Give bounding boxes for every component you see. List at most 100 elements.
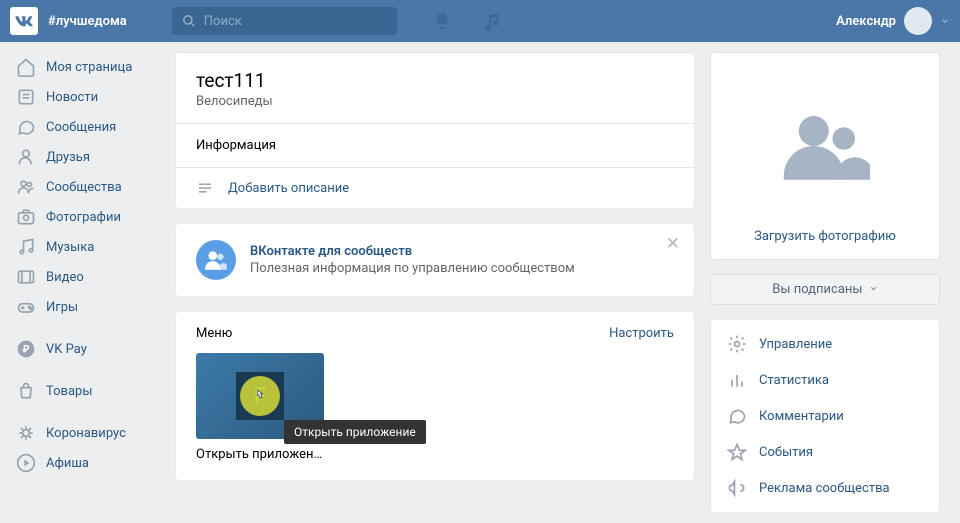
nav-label: Афиша — [46, 456, 89, 471]
nav-label: Товары — [46, 384, 92, 399]
virus-icon — [16, 423, 36, 443]
group-title: тест111 — [196, 69, 674, 92]
music-icon[interactable] — [482, 11, 502, 31]
nav-music[interactable]: Музыка — [10, 232, 160, 262]
stats-icon — [727, 370, 747, 390]
nav-video[interactable]: Видео — [10, 262, 160, 292]
app-tile[interactable]: F Открыть приложение Открыть приложен… — [196, 353, 324, 462]
search-input[interactable] — [204, 14, 387, 29]
manage-stats[interactable]: Статистика — [711, 362, 939, 398]
comment-icon — [727, 406, 747, 426]
message-icon — [16, 117, 36, 137]
nav-covid[interactable]: Коронавирус — [10, 418, 160, 448]
news-icon — [16, 87, 36, 107]
promo-body: ВКонтакте для сообществ Полезная информа… — [250, 244, 575, 276]
hashtag-label[interactable]: #лучшедома — [48, 14, 127, 29]
aside: Загрузить фотографию Вы подписаны Управл… — [710, 52, 940, 513]
chevron-down-icon — [940, 16, 950, 26]
promo-text: Полезная информация по управлению сообще… — [250, 261, 575, 276]
add-desc-label: Добавить описание — [228, 181, 349, 196]
content: тест111 Велосипеды Информация Добавить о… — [175, 52, 695, 513]
gear-icon — [727, 334, 747, 354]
menu-title: Меню — [196, 326, 232, 341]
user-name: Алексндр — [836, 14, 896, 29]
header: #лучшедома Алексндр — [0, 0, 960, 42]
photo-placeholder — [726, 68, 924, 223]
main: тест111 Велосипеды Информация Добавить о… — [175, 52, 950, 513]
menu-header: Меню Настроить — [196, 326, 674, 341]
manage-label: Комментарии — [759, 409, 844, 424]
subscribed-button[interactable]: Вы подписаны — [710, 274, 940, 305]
svg-text:₽: ₽ — [22, 344, 29, 355]
header-user[interactable]: Алексндр — [836, 7, 950, 35]
nav-label: Фотографии — [46, 210, 121, 225]
nav-news[interactable]: Новости — [10, 82, 160, 112]
nav-friends[interactable]: Друзья — [10, 142, 160, 172]
cursor-highlight — [240, 376, 280, 416]
menu-card: Меню Настроить F Открыть приложение Откр… — [175, 311, 695, 481]
friends-icon — [16, 147, 36, 167]
menu-configure-link[interactable]: Настроить — [609, 326, 674, 341]
vk-logo[interactable] — [10, 7, 38, 35]
manage-control[interactable]: Управление — [711, 326, 939, 362]
games-icon — [16, 297, 36, 317]
chevron-down-icon — [869, 284, 878, 293]
manage-list: Управление Статистика Комментарии Событи… — [710, 319, 940, 513]
nav-label: Сообщества — [46, 180, 122, 195]
info-label: Информация — [176, 124, 694, 167]
nav-label: Моя страница — [46, 60, 132, 75]
bag-icon — [16, 381, 36, 401]
manage-comments[interactable]: Комментарии — [711, 398, 939, 434]
search-wrap[interactable] — [172, 7, 397, 35]
nav-vkpay[interactable]: ₽ VK Pay — [10, 334, 160, 364]
nav-label: Коронавирус — [46, 426, 126, 441]
app-thumbnail[interactable]: F Открыть приложение — [196, 353, 324, 439]
nav-my-page[interactable]: Моя страница — [10, 52, 160, 82]
nav-label: Друзья — [46, 150, 90, 165]
ruble-icon: ₽ — [16, 339, 36, 359]
group-header: тест111 Велосипеды — [176, 53, 694, 123]
bell-icon[interactable] — [432, 11, 452, 31]
promo-card: ВКонтакте для сообществ Полезная информа… — [175, 223, 695, 297]
photo-card: Загрузить фотографию — [710, 52, 940, 260]
megaphone-icon — [727, 478, 747, 498]
app-label: Открыть приложен… — [196, 447, 324, 462]
nav-games[interactable]: Игры — [10, 292, 160, 322]
star-icon — [727, 442, 747, 462]
nav-label: Сообщения — [46, 120, 116, 135]
nav-goods[interactable]: Товары — [10, 376, 160, 406]
groups-icon — [16, 177, 36, 197]
group-card: тест111 Велосипеды Информация Добавить о… — [175, 52, 695, 209]
nav-afisha[interactable]: Афиша — [10, 448, 160, 478]
tooltip: Открыть приложение — [284, 420, 426, 444]
nav-label: Видео — [46, 270, 84, 285]
nav-photos[interactable]: Фотографии — [10, 202, 160, 232]
nav-messages[interactable]: Сообщения — [10, 112, 160, 142]
manage-ads[interactable]: Реклама сообщества — [711, 470, 939, 506]
close-icon[interactable]: ✕ — [666, 234, 680, 254]
layout: Моя страница Новости Сообщения Друзья Со… — [0, 42, 960, 523]
camera-icon — [16, 207, 36, 227]
search-icon — [182, 14, 196, 28]
promo-title[interactable]: ВКонтакте для сообществ — [250, 244, 575, 259]
play-icon — [16, 453, 36, 473]
sidebar: Моя страница Новости Сообщения Друзья Со… — [10, 52, 160, 513]
header-icons — [432, 11, 502, 31]
nav-label: VK Pay — [46, 342, 87, 357]
subscribed-label: Вы подписаны — [772, 282, 862, 297]
home-icon — [16, 57, 36, 77]
promo-icon — [196, 240, 236, 280]
list-icon — [196, 179, 214, 197]
manage-label: Реклама сообщества — [759, 481, 890, 496]
avatar — [904, 7, 932, 35]
nav-label: Игры — [46, 300, 78, 315]
add-description-button[interactable]: Добавить описание — [176, 168, 694, 208]
music-nav-icon — [16, 237, 36, 257]
manage-label: События — [759, 445, 813, 460]
nav-label: Музыка — [46, 240, 94, 255]
video-icon — [16, 267, 36, 287]
manage-events[interactable]: События — [711, 434, 939, 470]
manage-label: Статистика — [759, 373, 829, 388]
nav-groups[interactable]: Сообщества — [10, 172, 160, 202]
upload-photo-link[interactable]: Загрузить фотографию — [754, 229, 896, 244]
